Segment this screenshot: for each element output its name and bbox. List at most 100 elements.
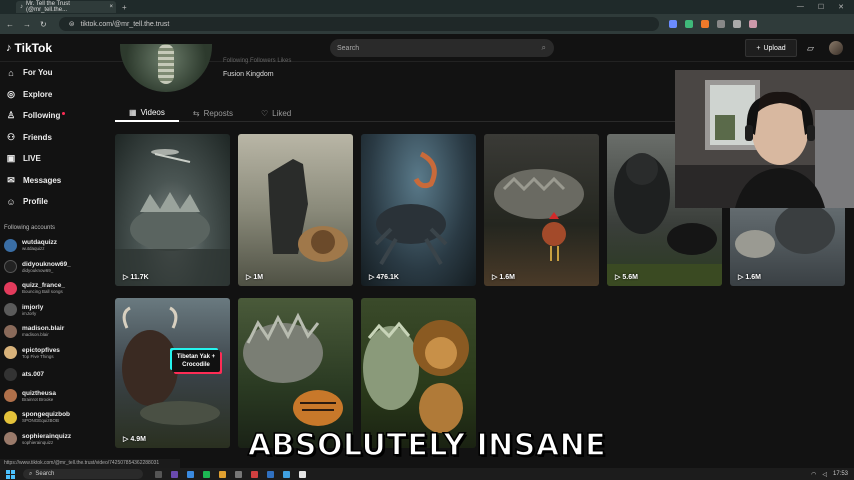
upload-label: Upload (763, 44, 786, 52)
wifi-icon[interactable]: ◠ (811, 471, 816, 478)
account-item[interactable]: spongequizbob SPONGEquizBOB (0, 407, 110, 429)
new-tab-button[interactable]: + (122, 3, 127, 12)
video-thumbnail[interactable]: ▷ 1.6M (484, 134, 599, 286)
close-tab-icon[interactable]: × (109, 4, 113, 10)
view-count: ▷ 11.7K (123, 273, 149, 282)
browser-profile-icon[interactable] (748, 20, 757, 28)
forward-icon[interactable]: → (23, 20, 31, 29)
maximize-icon[interactable]: ☐ (818, 3, 824, 11)
tiktok-favicon-icon: ♪ (20, 4, 23, 10)
video-thumbnail[interactable]: Tibetan Yak + Crocodile ▷ 4.9M (115, 298, 230, 448)
avatar (4, 367, 17, 381)
profile-header: Following Followers Likes Fusion Kingdom (115, 44, 675, 102)
window-controls: — ☐ ✕ (797, 3, 844, 11)
video-thumbnail[interactable]: ▷ 476.1K (361, 134, 476, 286)
extension-icon[interactable] (716, 20, 725, 28)
video-caption: ABSOLUTELY INSANE (247, 427, 607, 464)
minimize-icon[interactable]: — (797, 3, 804, 11)
play-icon: ▷ (738, 274, 744, 281)
video-overlay-label: Tibetan Yak + Crocodile (172, 350, 220, 372)
view-count: ▷ 1M (246, 273, 263, 282)
app-icon[interactable] (219, 470, 226, 478)
avatar (4, 410, 17, 424)
clock[interactable]: 17:53 (833, 471, 848, 478)
avatar (4, 346, 17, 360)
site-info-icon[interactable]: ⊜ (69, 20, 75, 28)
tab-reposts[interactable]: ⇆ Reposts (179, 104, 247, 122)
sidebar-item-label: Profile (23, 197, 48, 207)
tiktok-logo[interactable]: ♪ TikTok (6, 41, 52, 55)
app-icon[interactable] (283, 470, 290, 478)
account-item[interactable]: imjorly imJorly (0, 299, 110, 321)
thumbnail-art (115, 149, 230, 286)
taskbar-search[interactable]: ⌕ Search (23, 469, 143, 479)
volume-icon[interactable]: ◁ (822, 471, 827, 478)
avatar (4, 389, 17, 403)
close-window-icon[interactable]: ✕ (838, 3, 844, 11)
browser-tab-title: Mr. Tell the Trust (@mr_tell.the... (26, 1, 70, 13)
extension-icon[interactable] (668, 20, 677, 28)
search-input[interactable]: Search ⌕ (330, 39, 554, 57)
thumbnail-art (122, 306, 220, 425)
view-count-text: 5.6M (622, 273, 638, 281)
profile-bio: Fusion Kingdom (223, 71, 274, 78)
compass-icon: ◎ (7, 88, 15, 99)
account-name: spongequizbob (22, 411, 71, 419)
play-icon: ▷ (369, 274, 375, 281)
account-item[interactable]: quizz_france_ Bouncing Ball songs (0, 278, 110, 300)
sidebar-item-messages[interactable]: ✉ Messages (0, 170, 110, 192)
account-name: quiztheusa (22, 389, 56, 397)
view-count-text: 1.6M (499, 273, 515, 281)
account-item[interactable]: quiztheusa Brainrot Brooke (0, 385, 110, 407)
back-icon[interactable]: ← (6, 20, 14, 29)
video-thumbnail[interactable]: ▷ 11.7K (115, 134, 230, 286)
video-thumbnail[interactable] (238, 298, 353, 448)
sidebar-item-live[interactable]: ▣ LIVE (0, 148, 110, 170)
app-icon[interactable] (187, 470, 194, 478)
sidebar-item-explore[interactable]: ◎ Explore (0, 84, 110, 106)
url-field[interactable]: ⊜ tiktok.com/@mr_tell.the.trust (58, 17, 659, 31)
account-item[interactable]: didyouknow69_ didyouknow69_ (0, 256, 110, 278)
spotify-icon[interactable] (203, 470, 210, 478)
extension-icon[interactable] (700, 20, 709, 28)
account-item[interactable]: epictopfives Top Five Things (0, 342, 110, 364)
avatar (4, 260, 17, 274)
tab-label: Reposts (203, 108, 233, 118)
app-icon[interactable] (251, 470, 258, 478)
view-count-text: 11.7K (130, 273, 149, 281)
video-thumbnail[interactable]: ▷ 1M (238, 134, 353, 286)
reload-icon[interactable]: ↻ (40, 20, 47, 29)
extension-icon[interactable] (684, 20, 693, 28)
search-icon: ⌕ (29, 470, 33, 477)
upload-button[interactable]: + Upload (745, 39, 797, 57)
account-subname: madison.blair (22, 332, 49, 338)
taskbar-apps (155, 470, 306, 478)
download-icon[interactable] (732, 20, 741, 28)
user-avatar[interactable] (829, 41, 843, 55)
profile-avatar (120, 44, 212, 92)
video-thumbnail[interactable] (361, 298, 476, 448)
inbox-icon[interactable]: ▱ (807, 43, 814, 54)
search-icon[interactable]: ⌕ (542, 43, 546, 53)
app-icon[interactable] (171, 470, 178, 478)
account-item[interactable]: ats.007 (0, 364, 110, 386)
account-item[interactable]: madison.blair madison.blair (0, 321, 110, 343)
profile-tabs: ▦ Videos ⇆ Reposts ♡ Liked (115, 104, 675, 122)
sidebar-item-profile[interactable]: ☺ Profile (0, 191, 110, 213)
tab-videos[interactable]: ▦ Videos (115, 104, 179, 122)
app-icon[interactable] (299, 470, 306, 478)
start-menu-icon[interactable] (6, 469, 15, 479)
account-item[interactable]: wutdaquizz wutdaquizz (0, 235, 110, 257)
sidebar-item-label: LIVE (23, 154, 41, 164)
tab-liked[interactable]: ♡ Liked (247, 104, 305, 122)
repost-icon: ⇆ (192, 108, 200, 118)
app-icon[interactable] (155, 470, 162, 478)
app-icon[interactable] (267, 470, 274, 478)
system-tray: ◠ ◁ 17:53 (811, 471, 848, 478)
sidebar-item-label: Friends (23, 132, 52, 142)
sidebar-item-friends[interactable]: ⚇ Friends (0, 127, 110, 149)
sidebar-item-following[interactable]: ♙ Following (0, 105, 110, 127)
browser-tab[interactable]: ♪ Mr. Tell the Trust (@mr_tell.the... × (16, 1, 116, 13)
app-icon[interactable] (235, 470, 242, 478)
sidebar-item-for-you[interactable]: ⌂ For You (0, 62, 110, 84)
